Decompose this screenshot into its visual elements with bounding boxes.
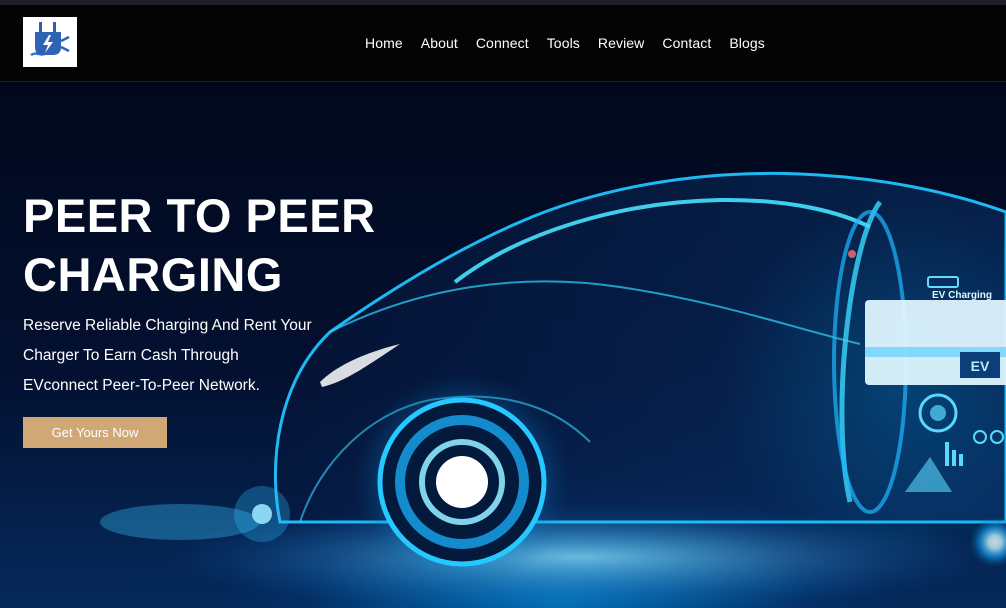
ev-badge-text: EV bbox=[971, 358, 990, 374]
site-logo[interactable] bbox=[23, 17, 77, 67]
hero-subtitle-line-2: Charger To Earn Cash Through bbox=[23, 347, 239, 364]
hero-subtitle-line-1: Reserve Reliable Charging And Rent Your bbox=[23, 317, 312, 334]
get-yours-now-button[interactable]: Get Yours Now bbox=[23, 417, 167, 448]
nav-about[interactable]: About bbox=[412, 35, 467, 51]
hero-subtitle: Reserve Reliable Charging And Rent Your … bbox=[23, 311, 333, 401]
hero-title-line-2: CHARGING bbox=[23, 248, 283, 301]
hero-subtitle-line-3: EVconnect Peer-To-Peer Network. bbox=[23, 377, 260, 394]
hero-title-line-1: PEER TO PEER bbox=[23, 189, 376, 242]
hero-section: EV EV Charging PEER TO PEER CHARGING Res… bbox=[0, 82, 1006, 608]
nav-tools[interactable]: Tools bbox=[538, 35, 589, 51]
plug-lightning-icon bbox=[23, 17, 77, 67]
nav-blogs[interactable]: Blogs bbox=[720, 35, 774, 51]
navbar: Home About Connect Tools Review Contact … bbox=[0, 5, 1006, 82]
nav-review[interactable]: Review bbox=[589, 35, 654, 51]
nav-home[interactable]: Home bbox=[356, 35, 412, 51]
main-nav: Home About Connect Tools Review Contact … bbox=[356, 5, 774, 81]
nav-connect[interactable]: Connect bbox=[467, 35, 538, 51]
hero-title: PEER TO PEER CHARGING bbox=[23, 186, 383, 304]
nav-contact[interactable]: Contact bbox=[653, 35, 720, 51]
ev-charging-sign: EV Charging bbox=[932, 290, 992, 301]
